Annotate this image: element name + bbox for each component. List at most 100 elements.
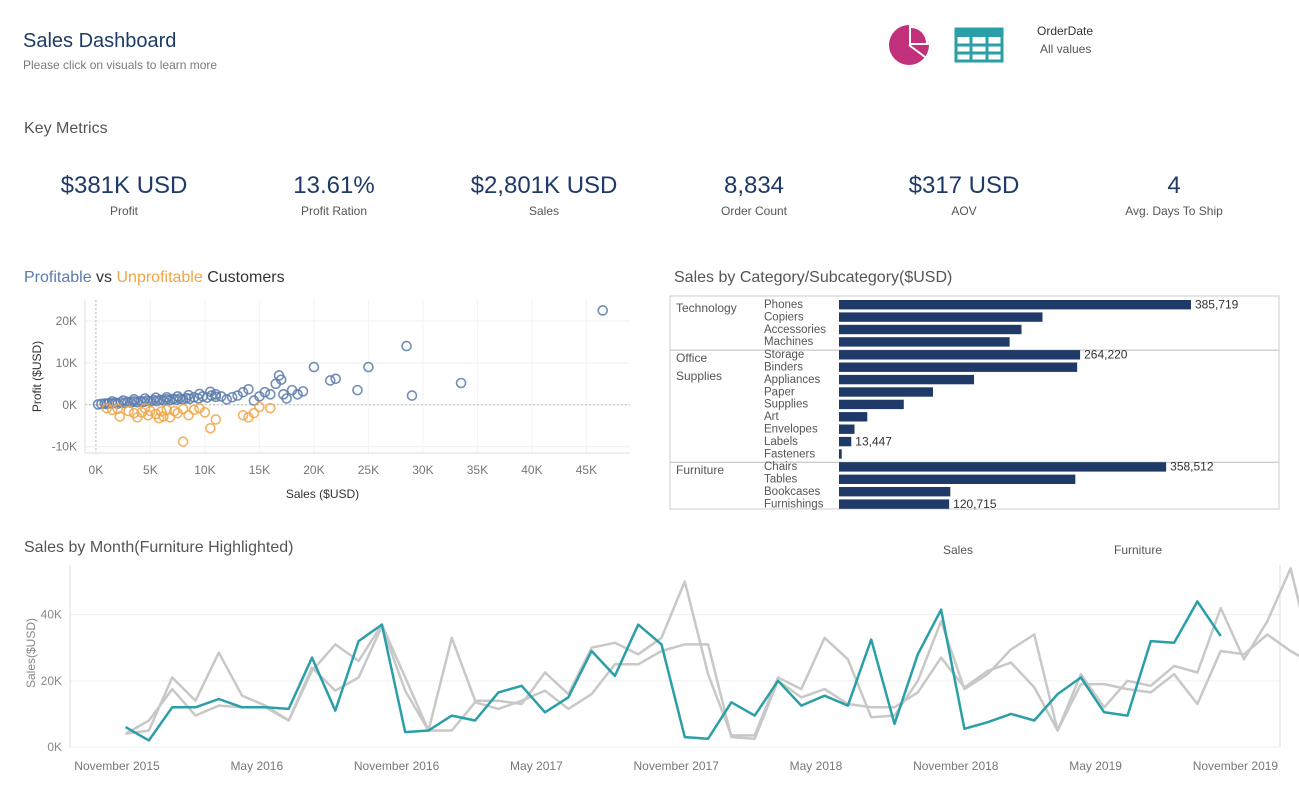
subcategory-label[interactable]: Envelopes (764, 424, 818, 436)
subcategory-label[interactable]: Chairs (764, 461, 797, 473)
subcategory-label[interactable]: Appliances (764, 374, 821, 386)
bar-chart-title: Sales by Category/Subcategory($USD) (674, 269, 953, 286)
category-label[interactable]: Furniture (676, 463, 724, 477)
subcategory-bar[interactable] (839, 324, 1022, 335)
subcategory-bar[interactable] (839, 374, 975, 385)
kpi-label: Avg. Days To Ship (1125, 204, 1223, 218)
unprofitable-customer-point[interactable] (205, 422, 216, 434)
category-label[interactable]: Technology (676, 301, 737, 315)
subcategory-label[interactable]: Machines (764, 336, 813, 348)
kpi-avg-days-to-ship[interactable]: 4 Avg. Days To Ship (1084, 172, 1264, 218)
order-date-filter-label: OrderDate (1037, 24, 1094, 38)
subcategory-label[interactable]: Phones (764, 299, 803, 311)
profitable-customer-point[interactable] (324, 375, 336, 386)
x-tick-label: November 2016 (354, 759, 440, 773)
key-metrics-title: Key Metrics (24, 120, 108, 137)
category-label[interactable]: Supplies (676, 369, 722, 383)
sales-line[interactable] (125, 567, 1299, 737)
unprofitable-customer-point[interactable] (188, 404, 200, 416)
subcategory-label[interactable]: Storage (764, 349, 804, 361)
page-title: Sales Dashboard (23, 30, 177, 52)
subcategory-bar[interactable] (839, 412, 868, 422)
y-tick-label: 0K (62, 398, 77, 412)
x-tick-label: 20K (303, 463, 324, 477)
unprofitable-customer-point[interactable] (177, 436, 189, 447)
sales-by-month-line-chart[interactable]: 0K 20K 40KSales($USD) November 2015 May 2016… (0, 535, 1299, 799)
subcategory-bar[interactable] (839, 424, 855, 434)
profitable-customer-point[interactable] (352, 384, 363, 396)
x-tick-label: November 2018 (913, 759, 999, 773)
x-tick-label: 0K (89, 463, 104, 477)
subcategory-label[interactable]: Binders (764, 362, 803, 374)
kpi-label: Profit Ration (300, 204, 368, 218)
x-tick-label: November 2019 (1193, 759, 1279, 773)
subcategory-label[interactable]: Art (764, 411, 780, 423)
profitable-customer-point[interactable] (597, 305, 609, 316)
subcategory-bar[interactable] (839, 312, 1043, 322)
y-axis-label: Profit ($USD) (30, 341, 44, 412)
title-connector: vs (91, 269, 117, 286)
profitable-legend-label[interactable]: Profitable (24, 269, 92, 286)
x-tick-label: 5K (143, 463, 158, 477)
subcategory-label[interactable]: Tables (764, 474, 797, 486)
bar-value-label: 264,220 (1084, 348, 1128, 362)
subcategory-label[interactable]: Copiers (764, 311, 804, 323)
legend-label-furniture[interactable]: Furniture (1114, 543, 1162, 557)
kpi-profit[interactable]: $381K USD Profit (34, 172, 214, 218)
subcategory-bar[interactable] (839, 436, 852, 447)
subcategory-label[interactable]: Accessories (764, 324, 826, 336)
profitable-customer-point[interactable] (330, 373, 342, 385)
x-tick-label: 45K (576, 463, 597, 477)
subcategory-label[interactable]: Labels (764, 436, 798, 448)
subcategory-bar[interactable] (839, 399, 904, 410)
unprofitable-legend-label[interactable]: Unprofitable (116, 269, 202, 286)
kpi-sales[interactable]: $2,801K USD Sales (454, 172, 634, 218)
kpi-aov[interactable]: $317 USD AOV (874, 172, 1054, 218)
x-tick-label: May 2017 (510, 759, 563, 773)
kpi-value: 13.61% (293, 172, 375, 199)
unprofitable-customer-point[interactable] (183, 409, 194, 421)
subcategory-bar[interactable] (839, 300, 1191, 310)
unprofitable-customer-point[interactable] (123, 405, 134, 417)
x-tick-label: 25K (358, 463, 379, 477)
subcategory-bar[interactable] (839, 449, 842, 459)
y-tick-label: 0K (47, 740, 62, 754)
subcategory-bar[interactable] (839, 499, 950, 509)
kpi-label: AOV (951, 204, 977, 218)
profitable-customer-point[interactable] (455, 377, 467, 389)
profitable-customer-point[interactable] (401, 340, 412, 352)
subcategory-label[interactable]: Bookcases (764, 486, 821, 498)
subcategory-bar[interactable] (839, 462, 1167, 472)
subcategory-bar[interactable] (839, 387, 933, 397)
legend-label-sales[interactable]: Sales (943, 543, 973, 557)
profitable-customer-point[interactable] (264, 389, 276, 400)
profit-vs-sales-scatter-chart[interactable]: 20K 10K 0K -10K 0K 5K 10K 15K 20K 25K 30K 35K 40K 45K… (0, 290, 650, 515)
x-tick-label: November 2017 (634, 759, 720, 773)
subcategory-label[interactable]: Paper (764, 386, 795, 398)
table-grid-icon[interactable] (954, 27, 1004, 63)
x-tick-label: May 2019 (1069, 759, 1122, 773)
unprofitable-customer-point[interactable] (237, 409, 249, 421)
subcategory-bar[interactable] (839, 474, 1076, 484)
subcategory-bar[interactable] (839, 487, 951, 497)
x-tick-label: 40K (521, 463, 542, 477)
unprofitable-customer-point[interactable] (210, 414, 222, 425)
category-subcategory-bar-chart[interactable]: Technology Phones 385,719 CopiersAccessorie… (660, 290, 1290, 515)
subcategory-bar[interactable] (839, 350, 1081, 360)
profitable-customer-point[interactable] (226, 391, 238, 403)
subcategory-label[interactable]: Furnishings (764, 498, 824, 510)
profitable-customer-point[interactable] (406, 390, 418, 401)
subcategory-label[interactable]: Supplies (764, 399, 808, 411)
pie-chart-icon[interactable] (888, 22, 932, 66)
kpi-value: $2,801K USD (470, 172, 618, 199)
kpi-value: $381K USD (60, 172, 188, 199)
subcategory-bar[interactable] (839, 362, 1078, 372)
x-tick-label: May 2018 (790, 759, 843, 773)
subcategory-bar[interactable] (839, 337, 1010, 347)
kpi-profit-ratio[interactable]: 13.61% Profit Ration (244, 172, 424, 218)
order-date-filter-value[interactable]: All values (1040, 42, 1091, 56)
kpi-label: Order Count (720, 204, 788, 218)
category-label[interactable]: Office (676, 351, 707, 365)
kpi-order-count[interactable]: 8,834 Order Count (664, 172, 844, 218)
subcategory-label[interactable]: Fasteners (764, 448, 815, 460)
